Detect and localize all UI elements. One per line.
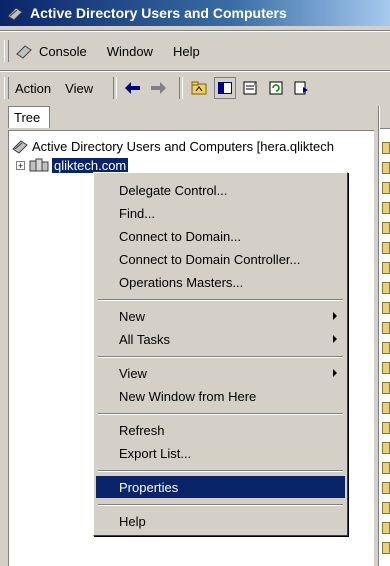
forward-arrow-icon[interactable] xyxy=(148,78,168,98)
folder-icon xyxy=(382,182,390,194)
menu-item-connect-domain-controller[interactable]: Connect to Domain Controller... xyxy=(96,248,345,270)
menu-item-label: Operations Masters... xyxy=(119,274,244,290)
folder-icon xyxy=(382,302,390,314)
folder-icon xyxy=(382,162,390,174)
submenu-arrow-icon xyxy=(333,369,337,377)
divider xyxy=(0,70,390,72)
folder-icon xyxy=(382,342,390,354)
folder-icon xyxy=(382,482,390,494)
menu-item-label: All Tasks xyxy=(119,331,171,347)
menu-item-help[interactable]: Help xyxy=(96,510,345,532)
menu-separator xyxy=(98,299,343,301)
menu-item-label: Refresh xyxy=(119,422,165,438)
menu-console[interactable]: Console xyxy=(39,44,87,59)
folder-icon xyxy=(382,242,390,254)
details-pane[interactable] xyxy=(378,106,390,566)
menu-separator xyxy=(98,413,343,415)
tree-domain-label: qliktech.com xyxy=(52,157,129,173)
menu-separator xyxy=(98,470,343,472)
toolbar: Action View xyxy=(0,76,390,100)
menu-separator xyxy=(98,504,343,506)
folder-icon xyxy=(382,522,390,534)
domain-icon xyxy=(29,158,49,172)
refresh-icon[interactable] xyxy=(266,78,286,98)
menu-item-label: Properties xyxy=(119,479,179,495)
menu-separator xyxy=(98,356,343,358)
menu-window[interactable]: Window xyxy=(107,44,153,59)
menu-item-all-tasks[interactable]: All Tasks xyxy=(96,328,345,350)
details-column-header[interactable] xyxy=(380,106,390,129)
folder-icon xyxy=(382,462,390,474)
console-icon xyxy=(16,45,32,59)
divider xyxy=(0,30,390,32)
menu-item-properties[interactable]: Properties xyxy=(96,476,345,498)
folder-icon xyxy=(382,422,390,434)
menu-help[interactable]: Help xyxy=(173,44,200,59)
menu-item-new-window[interactable]: New Window from Here xyxy=(96,385,345,407)
view-menu[interactable]: View xyxy=(65,81,93,96)
properties-icon[interactable] xyxy=(241,78,261,98)
submenu-arrow-icon xyxy=(333,335,337,343)
submenu-arrow-icon xyxy=(333,312,337,320)
toolbar-separator xyxy=(179,77,184,99)
menu-item-export-list[interactable]: Export List... xyxy=(96,442,345,464)
folder-icon xyxy=(382,362,390,374)
menu-item-connect-domain[interactable]: Connect to Domain... xyxy=(96,225,345,247)
menubar-grip[interactable] xyxy=(4,40,9,62)
folder-icon xyxy=(382,502,390,514)
window-title: Active Directory Users and Computers xyxy=(30,5,287,21)
tree-domain-item[interactable]: + qliktech.com xyxy=(16,157,129,173)
menu-item-label: Connect to Domain Controller... xyxy=(119,251,301,267)
tree-root-item[interactable]: Active Directory Users and Computers [he… xyxy=(12,138,334,154)
folder-icon xyxy=(382,142,390,154)
menu-item-new[interactable]: New xyxy=(96,305,345,327)
menu-item-view[interactable]: View xyxy=(96,362,345,384)
toolbar-separator xyxy=(113,77,118,99)
folder-icon xyxy=(382,442,390,454)
ad-root-icon xyxy=(12,140,28,154)
menu-item-delegate-control[interactable]: Delegate Control... xyxy=(96,179,345,201)
menu-item-label: New Window from Here xyxy=(119,388,257,404)
menu-bar: Console Window Help xyxy=(0,36,390,66)
expand-icon[interactable]: + xyxy=(16,160,25,170)
menu-item-label: Help xyxy=(119,513,146,529)
export-list-icon[interactable] xyxy=(291,78,311,98)
folder-icon xyxy=(382,262,390,274)
back-arrow-icon[interactable] xyxy=(123,78,143,98)
menu-item-refresh[interactable]: Refresh xyxy=(96,419,345,441)
menu-item-label: New xyxy=(119,308,146,324)
folder-icon xyxy=(382,202,390,214)
menu-item-label: View xyxy=(119,365,147,381)
up-folder-icon[interactable] xyxy=(189,78,209,98)
title-bar[interactable]: Active Directory Users and Computers xyxy=(0,0,390,26)
folder-icon xyxy=(382,322,390,334)
folder-icon xyxy=(382,382,390,394)
action-menu[interactable]: Action xyxy=(15,81,51,96)
menu-item-find[interactable]: Find... xyxy=(96,202,345,224)
mmc-app-icon xyxy=(7,7,23,21)
menu-item-label: Export List... xyxy=(119,445,192,461)
menu-item-operations-masters[interactable]: Operations Masters... xyxy=(96,271,345,293)
tree-root-label: Active Directory Users and Computers [he… xyxy=(32,138,335,154)
context-menu: Delegate Control... Find... Connect to D… xyxy=(93,172,348,536)
menu-item-label: Connect to Domain... xyxy=(119,228,242,244)
folder-icon xyxy=(382,282,390,294)
folder-icon xyxy=(382,402,390,414)
folder-icon xyxy=(382,542,390,554)
folder-icon xyxy=(382,222,390,234)
show-tree-icon[interactable] xyxy=(214,77,237,99)
tab-tree[interactable]: Tree xyxy=(8,106,50,128)
toolbar-grip[interactable] xyxy=(4,77,9,99)
menu-item-label: Delegate Control... xyxy=(119,182,228,198)
menu-item-label: Find... xyxy=(119,205,156,221)
